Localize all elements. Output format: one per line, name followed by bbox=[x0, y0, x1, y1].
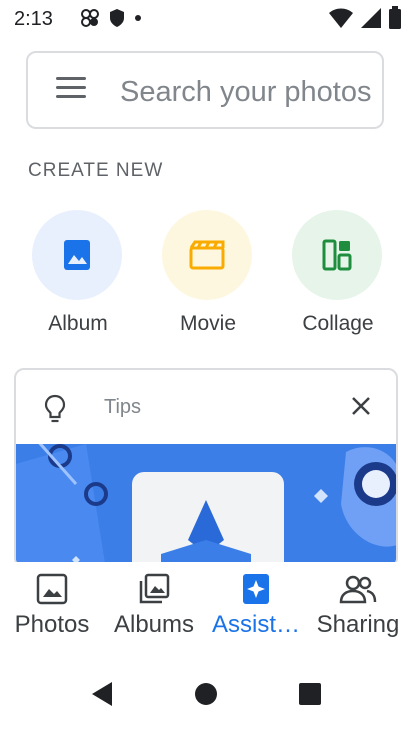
tips-illustration-art bbox=[16, 444, 396, 566]
lightbulb-icon bbox=[44, 394, 66, 423]
back-icon[interactable] bbox=[90, 680, 116, 708]
recents-icon[interactable] bbox=[298, 682, 322, 706]
tips-label: Tips bbox=[104, 396, 142, 418]
create-album-label: Album bbox=[48, 312, 108, 335]
search-input[interactable] bbox=[118, 71, 377, 113]
system-navigation bbox=[0, 660, 412, 732]
menu-line bbox=[56, 95, 86, 98]
album-icon bbox=[64, 240, 90, 270]
status-left-icons bbox=[80, 8, 142, 28]
search-bar bbox=[26, 51, 384, 129]
battery-icon bbox=[389, 6, 401, 29]
nav-photos-label: Photos bbox=[14, 611, 90, 638]
albums-icon bbox=[139, 573, 170, 604]
status-bar: 2:13 bbox=[0, 0, 412, 40]
nav-albums[interactable]: Albums bbox=[104, 572, 204, 639]
menu-line bbox=[56, 86, 86, 89]
movie-icon bbox=[189, 240, 225, 270]
photos-notification-icon bbox=[81, 9, 99, 27]
dot-icon bbox=[135, 15, 141, 21]
create-collage-button[interactable]: Collage bbox=[292, 210, 384, 336]
cellular-icon bbox=[361, 8, 381, 28]
bottom-navigation: Photos Albums Assist… Sharing bbox=[0, 562, 412, 652]
create-collage-label: Collage bbox=[302, 312, 374, 335]
create-album-button[interactable]: Album bbox=[32, 210, 124, 336]
collage-icon bbox=[322, 239, 352, 271]
close-icon[interactable] bbox=[350, 395, 372, 417]
photos-icon bbox=[36, 573, 68, 605]
menu-button[interactable] bbox=[56, 77, 86, 103]
album-icon-circle bbox=[32, 210, 122, 300]
wifi-icon bbox=[329, 8, 353, 28]
menu-line bbox=[56, 77, 86, 80]
tips-card-header: Tips bbox=[16, 370, 396, 442]
create-movie-label: Movie bbox=[179, 312, 237, 335]
movie-icon-circle bbox=[162, 210, 252, 300]
nav-assistant[interactable]: Assist… bbox=[206, 572, 306, 639]
nav-photos[interactable]: Photos bbox=[2, 572, 102, 639]
tips-card[interactable]: Tips bbox=[14, 368, 398, 568]
status-right-icons bbox=[328, 6, 402, 30]
status-time: 2:13 bbox=[14, 8, 53, 30]
nav-assistant-label: Assist… bbox=[211, 611, 300, 638]
create-new-title: CREATE NEW bbox=[28, 160, 164, 181]
create-movie-button[interactable]: Movie bbox=[162, 210, 254, 336]
shield-icon bbox=[110, 9, 124, 27]
sharing-icon bbox=[339, 575, 377, 604]
home-icon[interactable] bbox=[194, 682, 218, 706]
collage-icon-circle bbox=[292, 210, 382, 300]
nav-albums-label: Albums bbox=[113, 611, 195, 638]
tips-illustration bbox=[16, 444, 396, 566]
nav-sharing-label: Sharing bbox=[316, 611, 400, 638]
nav-sharing[interactable]: Sharing bbox=[308, 572, 408, 639]
assistant-icon bbox=[243, 574, 269, 604]
